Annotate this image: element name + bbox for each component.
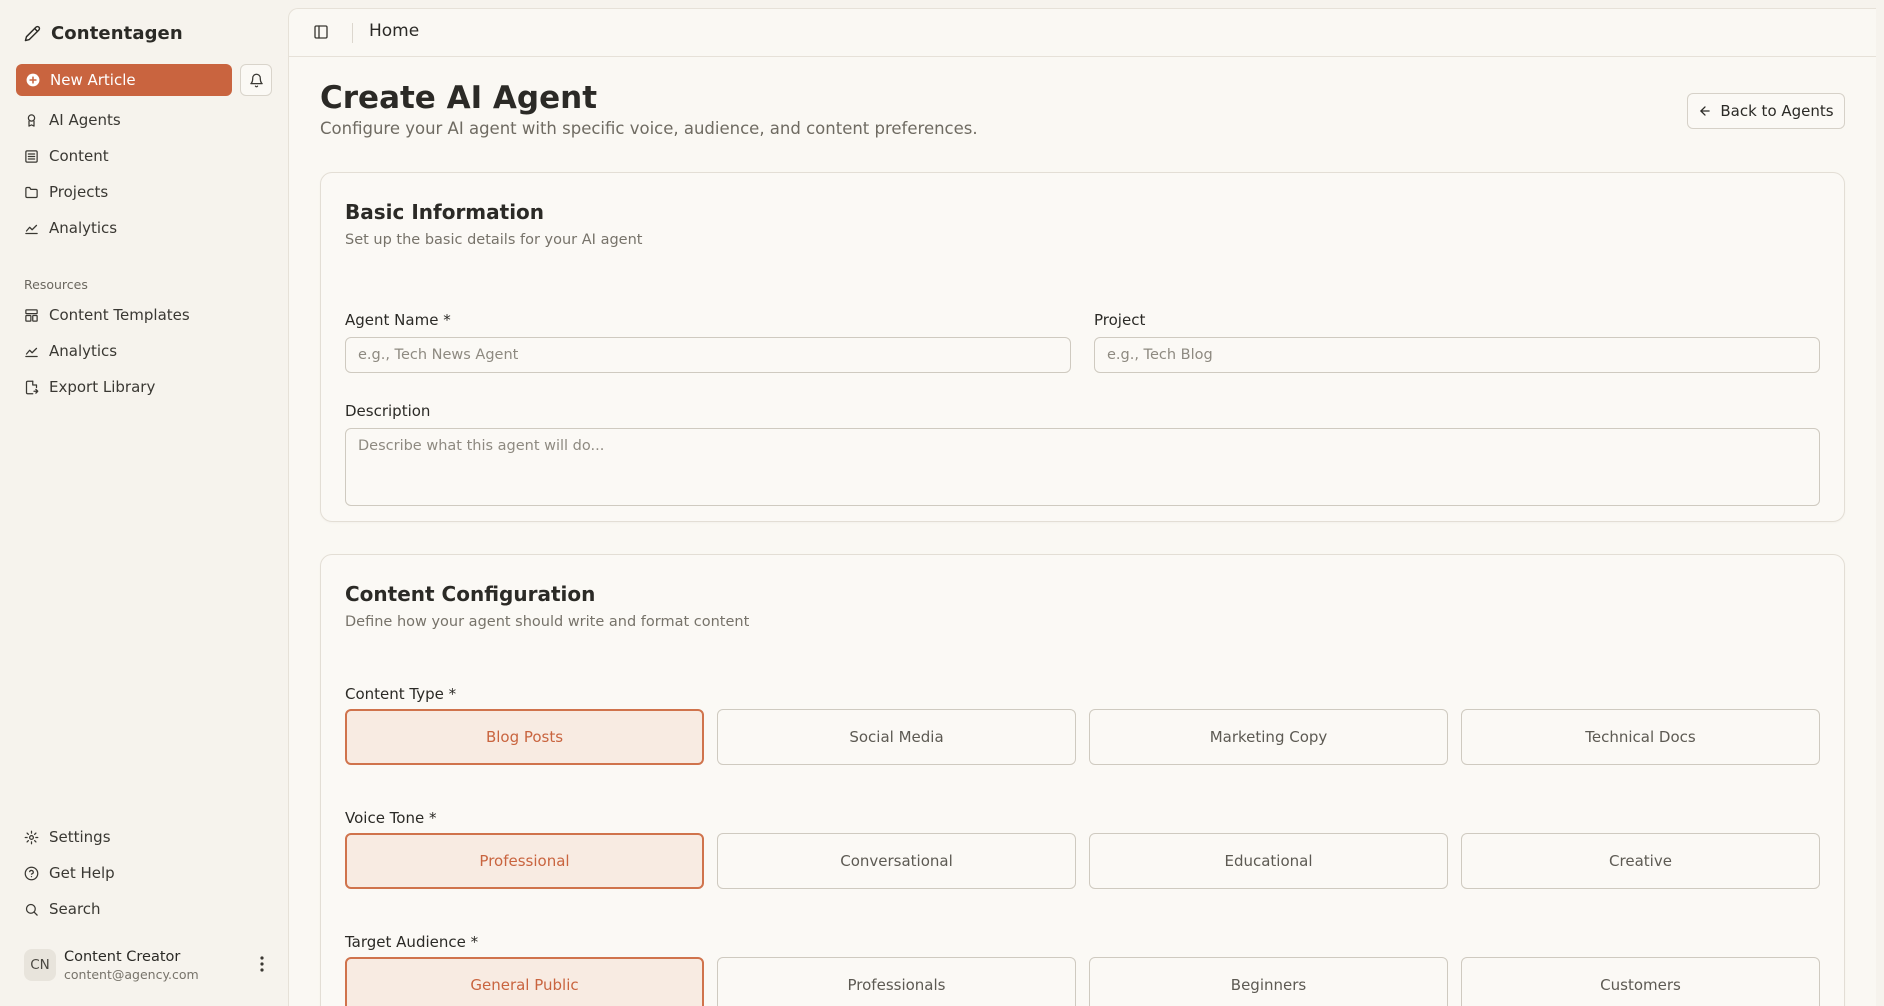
topbar-divider [352,23,353,43]
target-audience-label: Target Audience * [345,933,479,951]
brand[interactable]: Contentagen [24,21,183,45]
topbar: Home [289,9,1876,57]
option-professionals[interactable]: Professionals [717,957,1076,1006]
template-icon [24,308,39,323]
project-input[interactable] [1094,337,1820,373]
sidebar-item-label: Get Help [49,864,115,882]
sidebar-item-label: Search [49,900,101,918]
card-description: Define how your agent should write and f… [345,614,750,630]
notifications-button[interactable] [240,64,272,96]
card-description: Set up the basic details for your AI age… [345,232,643,248]
resources-group-label: Resources [24,277,88,292]
sidebar-item-export-library[interactable]: Export Library [16,372,272,402]
new-article-label: New Article [50,71,136,89]
sidebar-toggle-icon[interactable] [313,24,329,40]
option-professional[interactable]: Professional [345,833,704,889]
agent-name-label: Agent Name * [345,311,451,329]
card-title: Basic Information [345,200,545,224]
sidebar-item-settings[interactable]: Settings [16,822,272,852]
bot-icon [24,113,39,128]
sidebar: Contentagen New Article AI Agents Conten… [0,0,287,1006]
arrow-left-icon [1698,104,1712,118]
list-icon [24,149,39,164]
voice-tone-label: Voice Tone * [345,809,437,827]
user-info: Content Creator content@agency.com [64,949,199,982]
plus-circle-icon [26,73,40,87]
page-title: Create AI Agent [320,80,598,116]
sidebar-item-label: AI Agents [49,111,121,129]
option-blog-posts[interactable]: Blog Posts [345,709,704,765]
description-label: Description [345,402,431,420]
sidebar-item-label: Export Library [49,378,156,396]
option-conversational[interactable]: Conversational [717,833,1076,889]
sidebar-item-label: Analytics [49,219,118,237]
avatar: CN [24,949,56,981]
content-configuration-card: Content Configuration Define how your ag… [320,554,1845,1006]
pencil-icon [24,25,41,42]
sidebar-item-content-templates[interactable]: Content Templates [16,300,272,330]
sidebar-item-get-help[interactable]: Get Help [16,858,272,888]
option-creative[interactable]: Creative [1461,833,1820,889]
sidebar-item-projects[interactable]: Projects [16,177,272,207]
sidebar-item-search[interactable]: Search [16,894,272,924]
sidebar-item-label: Content [49,147,109,165]
user-name: Content Creator [64,948,181,965]
file-export-icon [24,380,39,395]
chart-icon [24,344,39,359]
user-profile[interactable]: CN Content Creator content@agency.com [16,943,272,987]
content-type-label: Content Type * [345,685,457,703]
option-technical-docs[interactable]: Technical Docs [1461,709,1820,765]
basic-information-card: Basic Information Set up the basic detai… [320,172,1845,522]
sidebar-item-label: Settings [49,828,111,846]
new-article-button[interactable]: New Article [16,64,232,96]
option-social-media[interactable]: Social Media [717,709,1076,765]
back-button-label: Back to Agents [1720,102,1834,120]
brand-name: Contentagen [51,22,183,44]
agent-name-input[interactable] [345,337,1071,373]
option-educational[interactable]: Educational [1089,833,1448,889]
chart-icon [24,221,39,236]
target-audience-options: General Public Professionals Beginners C… [345,957,1821,1006]
sidebar-item-label: Content Templates [49,306,190,324]
more-vertical-icon[interactable] [254,955,270,973]
user-email: content@agency.com [64,966,199,982]
sidebar-item-ai-agents[interactable]: AI Agents [16,105,272,135]
folder-icon [24,185,39,200]
sidebar-item-content[interactable]: Content [16,141,272,171]
page-subtitle: Configure your AI agent with specific vo… [320,119,978,138]
voice-tone-options: Professional Conversational Educational … [345,833,1821,889]
breadcrumb: Home [369,21,420,41]
sidebar-item-analytics[interactable]: Analytics [16,213,272,243]
content-type-options: Blog Posts Social Media Marketing Copy T… [345,709,1821,765]
gear-icon [24,830,39,845]
card-title: Content Configuration [345,582,596,606]
search-icon [24,902,39,917]
help-icon [24,866,39,881]
description-textarea[interactable] [345,428,1820,506]
option-marketing-copy[interactable]: Marketing Copy [1089,709,1448,765]
option-customers[interactable]: Customers [1461,957,1820,1006]
option-general-public[interactable]: General Public [345,957,704,1006]
sidebar-item-resources-analytics[interactable]: Analytics [16,336,272,366]
option-beginners[interactable]: Beginners [1089,957,1448,1006]
main-panel: Home Create AI Agent Configure your AI a… [288,8,1876,1006]
bell-icon [249,73,264,88]
sidebar-item-label: Projects [49,183,109,201]
sidebar-item-label: Analytics [49,342,118,360]
back-to-agents-button[interactable]: Back to Agents [1687,93,1845,129]
project-label: Project [1094,311,1146,329]
